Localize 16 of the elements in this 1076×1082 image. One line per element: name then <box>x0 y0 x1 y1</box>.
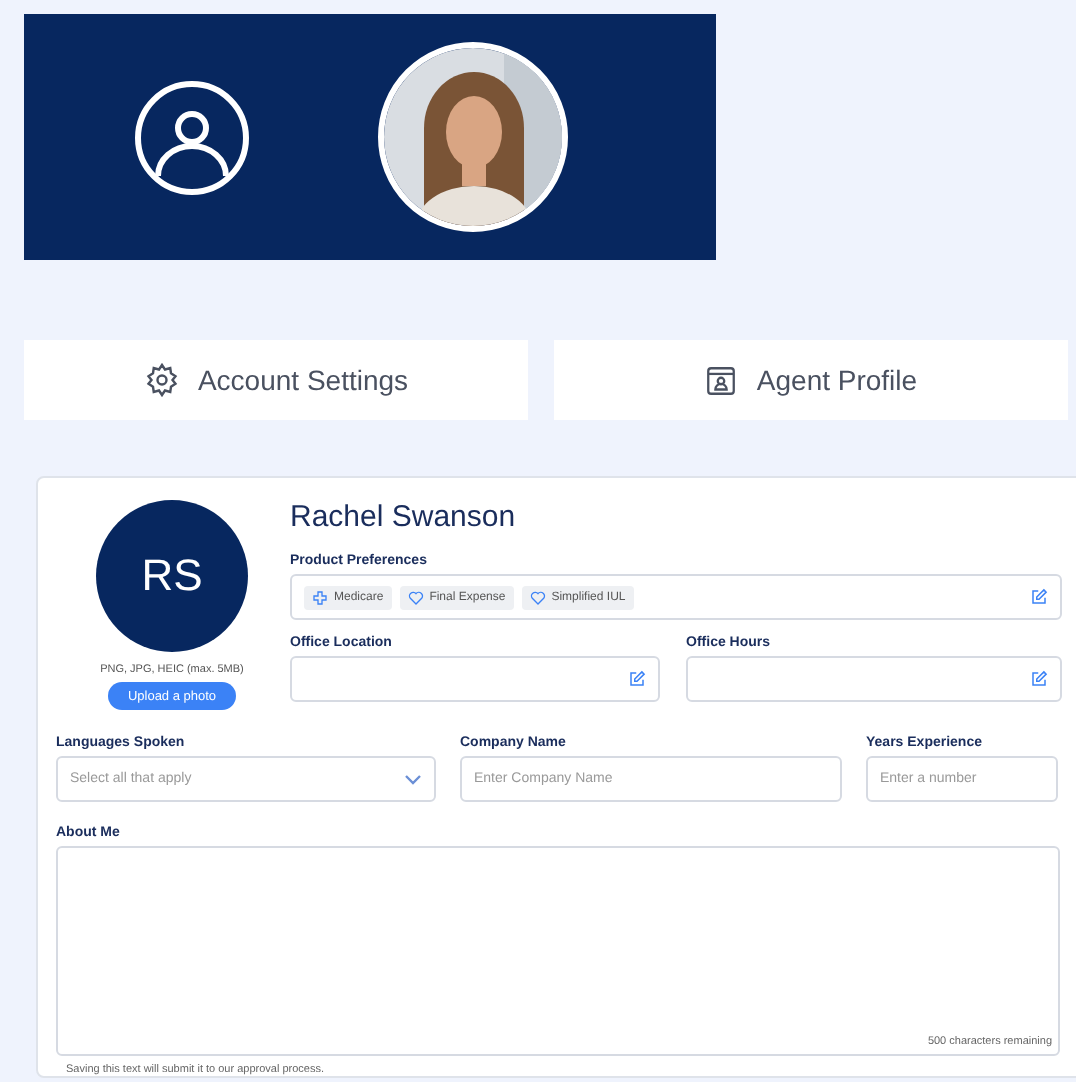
id-card-icon <box>704 363 739 397</box>
edit-icon[interactable] <box>1030 670 1048 688</box>
initials-avatar: RS <box>96 500 248 652</box>
profile-name: Rachel Swanson <box>290 500 518 536</box>
office-location-field[interactable] <box>290 656 661 702</box>
settings-icon <box>143 362 180 398</box>
edit-icon[interactable] <box>628 670 647 688</box>
tab[interactable]: Account Settings <box>24 340 528 420</box>
heart-icon <box>529 589 546 605</box>
heart-icon <box>407 589 424 605</box>
tab[interactable]: Agent Profile <box>554 340 1068 420</box>
edit-icon[interactable] <box>1030 588 1048 606</box>
office-hours-field[interactable] <box>686 656 1062 702</box>
user-icon <box>134 79 250 195</box>
chevron-down-icon <box>404 773 422 785</box>
cross-icon <box>312 589 328 605</box>
